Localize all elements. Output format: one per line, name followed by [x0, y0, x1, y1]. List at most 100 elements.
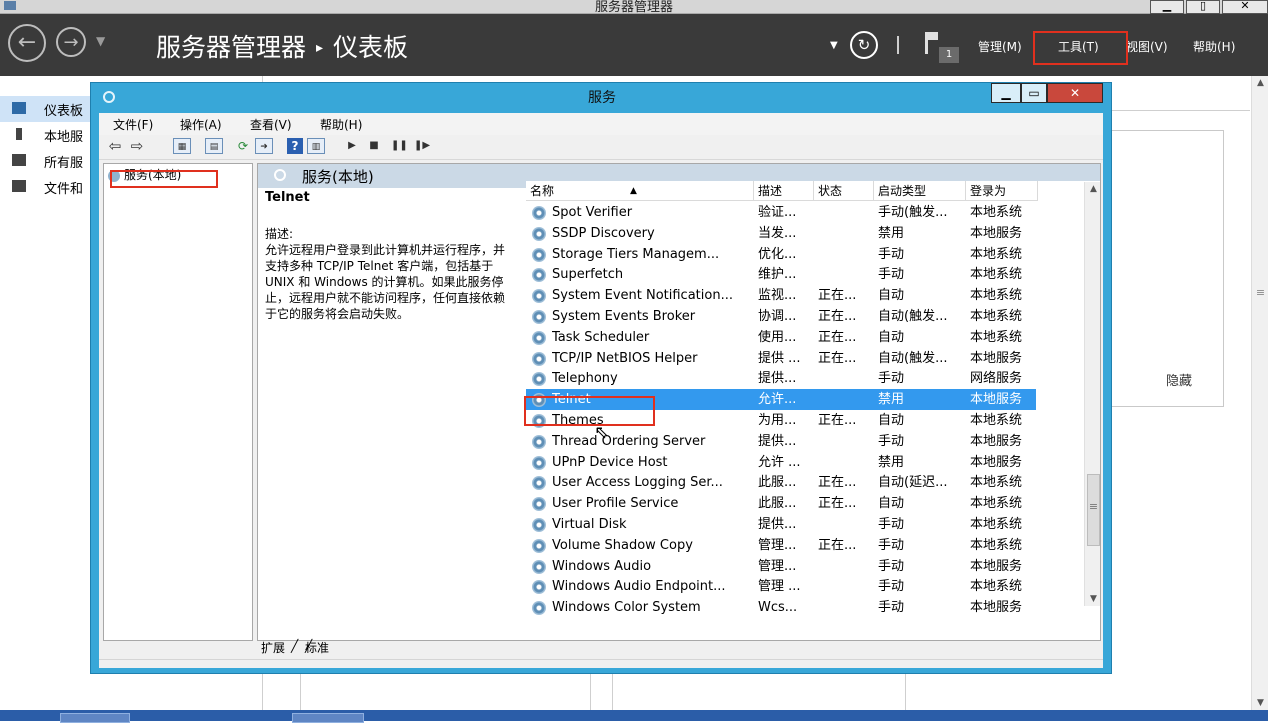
service-row[interactable]: Virtual Disk 提供... 手动 本地系统	[526, 514, 1036, 535]
service-row[interactable]: UPnP Device Host 允许 ... 禁用 本地服务	[526, 452, 1036, 473]
show-console-tree-icon[interactable]: ▦	[173, 138, 191, 154]
maximize-button[interactable]: ▯	[1186, 0, 1220, 14]
service-logon-cell: 本地系统	[970, 288, 1023, 304]
service-logon-cell: 本地系统	[970, 579, 1023, 595]
services-list-scrollbar[interactable]: ▲ ≡ ▼	[1084, 182, 1100, 606]
view-icon[interactable]: ▥	[307, 138, 325, 154]
service-row[interactable]: User Access Logging Ser... 此服... 正在... 自动(延…	[526, 472, 1036, 493]
service-row[interactable]: Windows Audio 管理... 手动 本地服务	[526, 556, 1036, 577]
service-startup-cell: 手动	[878, 600, 905, 616]
service-name-cell: System Events Broker	[552, 309, 696, 324]
close-button[interactable]: ✕	[1222, 0, 1268, 14]
main-scrollbar[interactable]: ▲ ≡ ▼	[1251, 76, 1268, 710]
back-arrow-icon[interactable]: ⇦	[105, 138, 125, 154]
scroll-up-icon[interactable]: ▲	[1085, 184, 1100, 194]
services-close-button[interactable]: ✕	[1047, 83, 1103, 103]
column-header-status[interactable]: 状态	[814, 181, 874, 201]
column-header-startup[interactable]: 启动类型	[874, 181, 966, 201]
column-label: 名称	[530, 184, 555, 198]
highlight-tools-menu	[1033, 31, 1128, 65]
menu-file[interactable]: 文件(F)	[113, 116, 153, 133]
services-window: 服务 ▁ ▭ ✕ 文件(F) 操作(A) 查看(V) 帮助(H) ⇦ ⇨ ▦ ▤…	[90, 82, 1112, 674]
menu-help[interactable]: 帮助(H)	[1193, 38, 1235, 55]
column-header-desc[interactable]: 描述	[754, 181, 814, 201]
scroll-up-icon[interactable]: ▲	[1252, 78, 1268, 88]
menu-view[interactable]: 查看(V)	[250, 116, 292, 133]
service-desc-cell: 维护...	[758, 267, 797, 283]
gear-icon	[532, 601, 546, 616]
service-row[interactable]: Windows Audio Endpoint... 管理 ... 手动 本地系统	[526, 576, 1036, 597]
service-row[interactable]: Telephony 提供... 手动 网络服务	[526, 368, 1036, 389]
service-row[interactable]: User Profile Service 此服... 正在... 自动 本地系统	[526, 493, 1036, 514]
service-desc-cell: 优化...	[758, 246, 797, 262]
services-maximize-button[interactable]: ▭	[1021, 83, 1047, 103]
dashboard-icon	[12, 102, 26, 114]
service-desc-cell: 此服...	[758, 496, 797, 512]
help-icon[interactable]: ?	[287, 138, 303, 154]
taskbar-button[interactable]	[60, 713, 130, 723]
gear-icon	[532, 330, 546, 345]
properties-icon[interactable]: ▤	[205, 138, 223, 154]
service-desc-cell: 监视...	[758, 288, 797, 304]
service-startup-cell: 自动	[878, 329, 905, 345]
refresh-icon[interactable]: ↻	[850, 31, 878, 59]
service-startup-cell: 手动	[878, 517, 905, 532]
gear-icon	[532, 538, 546, 553]
service-row[interactable]: Volume Shadow Copy 管理... 正在... 手动 本地系统	[526, 535, 1036, 556]
forward-arrow-icon[interactable]: →	[56, 27, 86, 57]
stop-service-icon[interactable]: ■	[367, 138, 381, 154]
service-startup-cell: 禁用	[878, 392, 905, 408]
divider	[262, 674, 263, 710]
start-service-icon[interactable]: ▶	[345, 138, 359, 154]
taskbar	[0, 710, 1268, 723]
divider	[905, 674, 906, 710]
gear-icon	[532, 310, 546, 324]
divider	[590, 674, 591, 710]
menu-help[interactable]: 帮助(H)	[320, 116, 362, 133]
refresh-icon[interactable]: ⟳	[235, 138, 251, 154]
service-row[interactable]: System Event Notification... 监视... 正在... 自动…	[526, 285, 1036, 306]
service-startup-cell: 自动(触发...	[878, 309, 948, 324]
services-menubar: 文件(F) 操作(A) 查看(V) 帮助(H)	[99, 113, 1103, 135]
menu-manage[interactable]: 管理(M)	[978, 38, 1022, 55]
service-logon-cell: 本地系统	[970, 329, 1023, 345]
service-startup-cell: 禁用	[878, 225, 905, 241]
export-list-icon[interactable]: ➜	[255, 138, 273, 154]
dashboard-tile	[1110, 130, 1224, 407]
gear-icon	[532, 580, 546, 595]
service-startup-cell: 手动	[878, 537, 905, 553]
scroll-down-icon[interactable]: ▼	[1085, 594, 1100, 604]
service-row[interactable]: Windows Color System Wcs... 手动 本地服务	[526, 597, 1036, 618]
menu-action[interactable]: 操作(A)	[180, 116, 222, 133]
scroll-grip-icon[interactable]: ≡	[1255, 286, 1266, 299]
gear-icon	[532, 476, 546, 491]
column-header-name[interactable]: 名称 ▲	[526, 181, 754, 201]
scroll-down-icon[interactable]: ▼	[1252, 698, 1268, 708]
hide-link[interactable]: 隐藏	[1166, 370, 1192, 389]
service-row[interactable]: Spot Verifier 验证... 手动(触发... 本地系统	[526, 202, 1036, 223]
history-dropdown-icon[interactable]: ▼	[96, 34, 105, 48]
service-desc-cell: 提供...	[758, 517, 797, 532]
service-row[interactable]: Storage Tiers Managem... 优化... 手动 本地系统	[526, 244, 1036, 265]
minimize-button[interactable]: ▁	[1150, 0, 1184, 14]
column-header-logon[interactable]: 登录为	[966, 181, 1038, 201]
back-arrow-icon[interactable]: ←	[8, 24, 46, 62]
service-row[interactable]: SSDP Discovery 当发... 禁用 本地服务	[526, 223, 1036, 244]
restart-service-icon[interactable]: ❚▶	[413, 138, 431, 154]
service-name-cell: System Event Notification...	[552, 288, 733, 304]
service-row[interactable]: Superfetch 维护... 手动 本地系统	[526, 264, 1036, 285]
divider	[1110, 110, 1250, 111]
highlight-telnet-row	[524, 396, 655, 426]
pause-service-icon[interactable]: ❚❚	[391, 138, 408, 154]
taskbar-button[interactable]	[292, 713, 364, 723]
service-row[interactable]: Task Scheduler 使用... 正在... 自动 本地系统	[526, 327, 1036, 348]
service-row[interactable]: System Events Broker 协调... 正在... 自动(触发... 本地…	[526, 306, 1036, 327]
service-row[interactable]: TCP/IP NetBIOS Helper 提供 ... 正在... 自动(触发...…	[526, 348, 1036, 369]
refresh-dropdown-icon[interactable]: ▼	[830, 40, 838, 51]
forward-arrow-icon[interactable]: ⇨	[127, 138, 147, 154]
service-startup-cell: 手动	[878, 558, 905, 574]
services-minimize-button[interactable]: ▁	[991, 83, 1021, 103]
service-desc-cell: 允许 ...	[758, 454, 801, 470]
service-name-cell: Spot Verifier	[552, 205, 633, 220]
menu-view[interactable]: 视图(V)	[1126, 38, 1168, 55]
